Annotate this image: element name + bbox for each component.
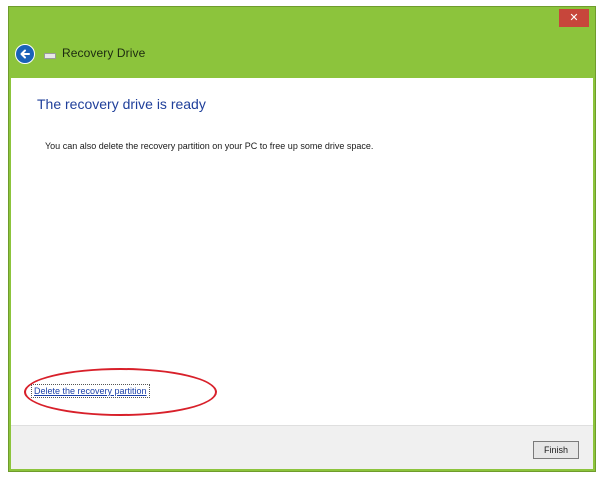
wizard-header: Recovery Drive (11, 29, 593, 77)
finish-button[interactable]: Finish (533, 441, 579, 459)
wizard-content: The recovery drive is ready You can also… (11, 78, 593, 425)
drive-icon (44, 53, 56, 59)
window-title: Recovery Drive (62, 46, 146, 60)
recovery-drive-window: ✕ Recovery Drive The recovery drive is r… (9, 7, 595, 471)
back-button[interactable] (15, 44, 35, 64)
close-button[interactable]: ✕ (559, 9, 589, 27)
close-icon: ✕ (569, 11, 579, 24)
back-arrow-icon (20, 49, 30, 59)
page-heading: The recovery drive is ready (37, 96, 206, 112)
title-bar[interactable]: ✕ (11, 9, 593, 29)
delete-recovery-partition-link[interactable]: Delete the recovery partition (31, 384, 150, 398)
page-description: You can also delete the recovery partiti… (45, 141, 374, 151)
wizard-footer: Finish (11, 425, 593, 469)
screenshot-stage: ✕ Recovery Drive The recovery drive is r… (0, 0, 607, 482)
